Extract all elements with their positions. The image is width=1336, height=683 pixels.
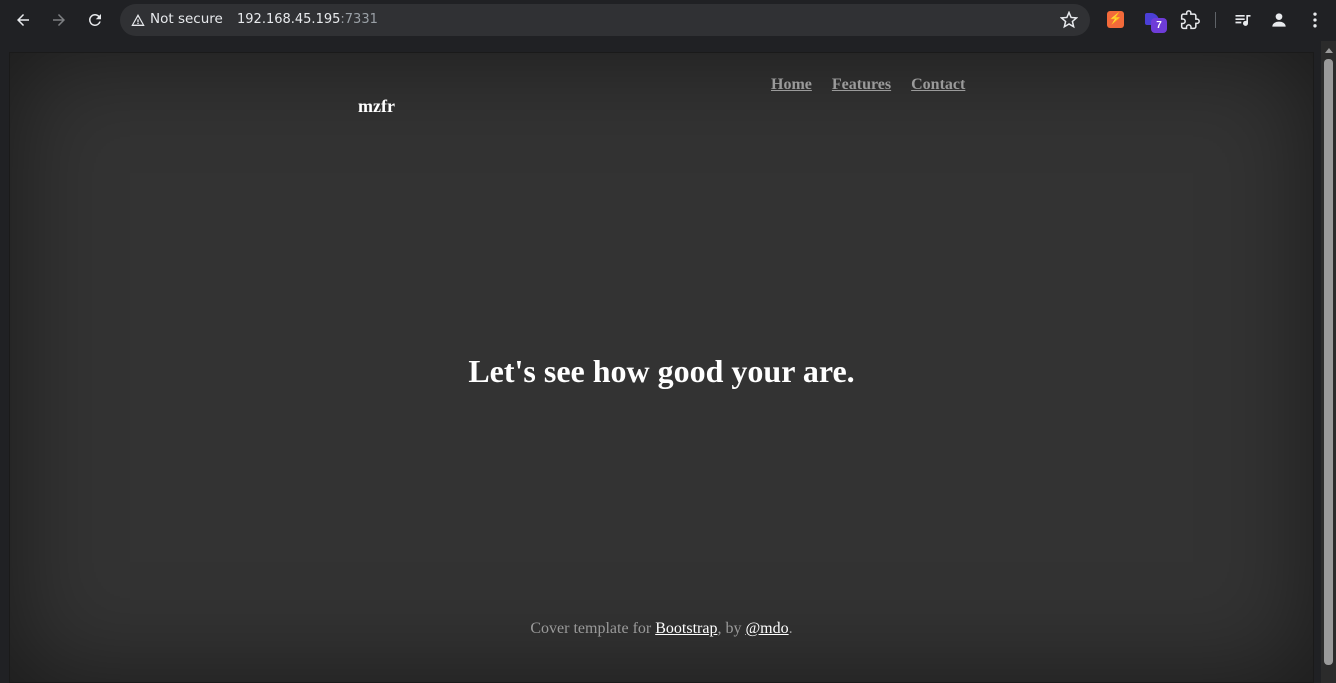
scrollbar-thumb[interactable] (1324, 59, 1333, 665)
url-text[interactable]: 192.168.45.195:7331 (237, 12, 378, 27)
extension-badge: 7 (1151, 18, 1167, 33)
footer-prefix: Cover template for (530, 620, 656, 637)
url-port: :7331 (340, 12, 378, 27)
media-controls-icon[interactable] (1233, 10, 1253, 30)
nav-link-home[interactable]: Home (771, 76, 812, 94)
warning-icon[interactable] (130, 12, 146, 28)
cover-headline: Let's see how good your are. (468, 353, 855, 389)
url-host: 192.168.45.195 (237, 12, 341, 27)
site-footer: Cover template for Bootstrap, by @mdo. (10, 620, 1313, 638)
extension-orange-icon[interactable]: ⚡ (1107, 11, 1124, 28)
star-icon[interactable] (1059, 10, 1079, 29)
profile-icon[interactable] (1269, 10, 1289, 30)
toolbar-separator (1215, 12, 1216, 28)
footer-middle: , by (717, 620, 746, 637)
cover-page: mzfr Home Features Contact Let's see how… (9, 52, 1314, 683)
nav-link-features[interactable]: Features (832, 76, 891, 94)
scroll-up-arrow-icon[interactable] (1325, 48, 1333, 53)
vertical-scrollbar[interactable] (1321, 41, 1336, 683)
extension-hat-icon[interactable]: 7 (1145, 11, 1167, 33)
reload-icon[interactable] (83, 8, 107, 32)
back-arrow-icon[interactable] (11, 8, 35, 32)
bootstrap-link[interactable]: Bootstrap (655, 620, 717, 637)
extensions-puzzle-icon[interactable] (1180, 10, 1200, 30)
site-nav: Home Features Contact (771, 76, 965, 94)
site-brand: mzfr (358, 96, 395, 116)
security-status[interactable]: Not secure (150, 11, 223, 27)
forward-arrow-icon[interactable] (47, 8, 71, 32)
author-link[interactable]: @mdo (745, 620, 788, 637)
address-bar[interactable]: Not secure 192.168.45.195:7331 (120, 4, 1090, 36)
footer-suffix: . (788, 620, 793, 637)
browser-viewport: mzfr Home Features Contact Let's see how… (0, 41, 1336, 683)
nav-link-contact[interactable]: Contact (911, 76, 965, 94)
menu-dots-icon[interactable] (1305, 10, 1325, 30)
browser-toolbar: Not secure 192.168.45.195:7331 ⚡ 7 (0, 0, 1336, 41)
